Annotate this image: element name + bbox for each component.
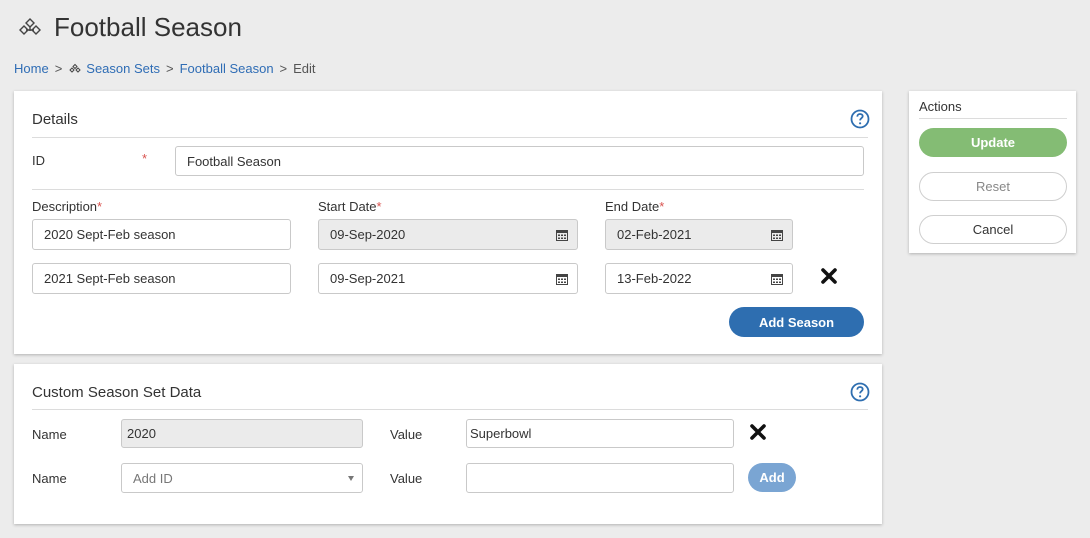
divider <box>32 409 868 410</box>
page-header: Football Season <box>16 12 242 43</box>
description-value: 2020 Sept-Feb season <box>44 227 176 242</box>
breadcrumb-home[interactable]: Home <box>14 61 49 76</box>
end-date-value: 13-Feb-2022 <box>617 271 692 286</box>
name-value: 2020 <box>127 426 156 441</box>
breadcrumb-separator: > <box>54 61 63 76</box>
description-label: Description* <box>32 199 103 214</box>
description-input[interactable]: 2021 Sept-Feb season <box>32 263 291 294</box>
value-label: Value <box>390 427 423 442</box>
name-select-placeholder: Add ID <box>133 470 173 486</box>
description-input[interactable]: 2020 Sept-Feb season <box>32 219 291 250</box>
start-date-input: 09-Sep-2020 <box>318 219 578 250</box>
name-label: Name <box>32 427 67 442</box>
details-title: Details <box>32 111 78 128</box>
id-label: ID <box>32 153 45 168</box>
remove-season-icon[interactable] <box>820 267 838 285</box>
value-input[interactable]: Superbowl <box>466 419 734 448</box>
page-title: Football Season <box>54 12 242 42</box>
id-input[interactable]: Football Season <box>175 146 864 176</box>
add-custom-data-button[interactable]: Add <box>748 463 796 492</box>
end-date-label: End Date* <box>605 199 665 214</box>
start-date-value: 09-Sep-2021 <box>330 271 406 286</box>
calendar-icon[interactable] <box>771 273 783 285</box>
start-date-label: Start Date* <box>318 199 382 214</box>
description-value: 2021 Sept-Feb season <box>44 271 176 286</box>
season-set-icon <box>69 63 81 73</box>
divider <box>32 137 868 138</box>
start-date-input[interactable]: 09-Sep-2021 <box>318 263 578 294</box>
end-date-input: 02-Feb-2021 <box>605 219 793 250</box>
breadcrumb-separator: > <box>279 61 288 76</box>
end-date-value: 02-Feb-2021 <box>617 227 692 242</box>
actions-title: Actions <box>919 99 962 114</box>
reset-button[interactable]: Reset <box>919 172 1067 201</box>
custom-data-panel: Custom Season Set Data Name 2020 Value S… <box>14 364 882 524</box>
calendar-icon <box>771 229 783 241</box>
end-date-input[interactable]: 13-Feb-2022 <box>605 263 793 294</box>
help-icon[interactable] <box>850 382 870 402</box>
name-label: Name <box>32 471 67 486</box>
calendar-icon[interactable] <box>556 273 568 285</box>
actions-panel: Actions Update Reset Cancel <box>909 91 1076 253</box>
cancel-button[interactable]: Cancel <box>919 215 1067 244</box>
start-date-value: 09-Sep-2020 <box>330 227 406 242</box>
add-season-button[interactable]: Add Season <box>729 307 864 337</box>
details-panel: Details ID * Football Season Description… <box>14 91 882 354</box>
remove-custom-data-icon[interactable] <box>749 423 767 441</box>
breadcrumb-current: Edit <box>293 61 316 76</box>
update-button[interactable]: Update <box>919 128 1067 157</box>
help-icon[interactable] <box>850 109 870 129</box>
value-value: Superbowl <box>470 426 532 441</box>
id-input-value: Football Season <box>187 153 281 169</box>
breadcrumb-separator: > <box>166 61 174 76</box>
divider <box>32 189 864 190</box>
name-input: 2020 <box>121 419 363 448</box>
calendar-icon <box>556 229 568 241</box>
value-label: Value <box>390 471 423 486</box>
name-select[interactable]: Add ID <box>121 463 363 493</box>
custom-data-title: Custom Season Set Data <box>32 384 202 401</box>
chevron-down-icon <box>348 476 354 481</box>
season-set-icon <box>19 17 41 35</box>
required-marker: * <box>142 151 148 166</box>
breadcrumb-football-season[interactable]: Football Season <box>180 61 274 76</box>
divider <box>919 118 1067 119</box>
breadcrumb-season-sets[interactable]: Season Sets <box>86 61 160 76</box>
breadcrumb: Home > Season Sets > Football Season > E… <box>14 61 316 76</box>
value-input[interactable] <box>466 463 734 493</box>
